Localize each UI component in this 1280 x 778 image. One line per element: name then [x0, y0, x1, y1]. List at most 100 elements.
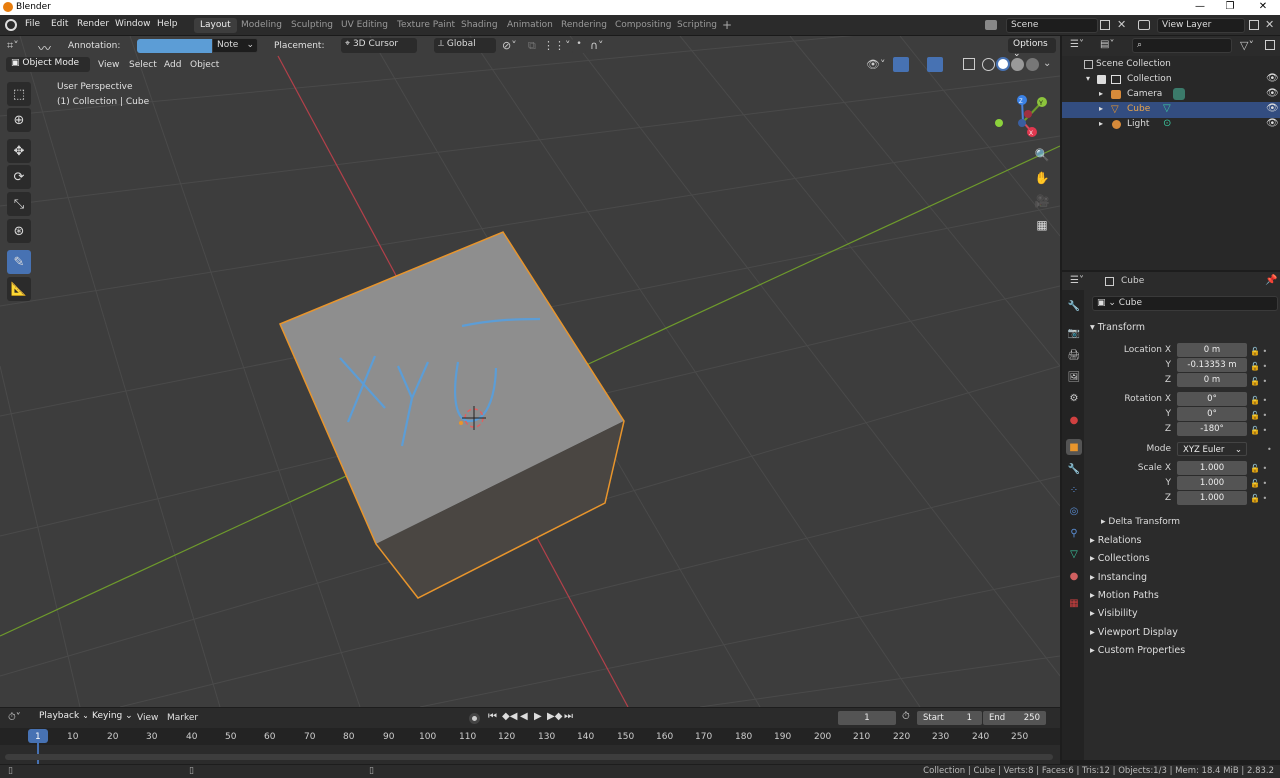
- lock-icon[interactable]: 🔓 •: [1250, 359, 1275, 374]
- eye-icon[interactable]: 👁: [1266, 118, 1279, 129]
- playback-menu[interactable]: Playback ⌄: [34, 710, 95, 725]
- transform-tool[interactable]: ⊛: [7, 219, 31, 243]
- pan-hand-icon[interactable]: ✋: [1031, 167, 1053, 189]
- annotation-color-swatch[interactable]: [137, 39, 212, 53]
- menu-object[interactable]: Object: [190, 60, 219, 70]
- options-dropdown[interactable]: Options ⌄: [1008, 38, 1056, 59]
- timeline-marker-menu[interactable]: Marker: [167, 713, 198, 723]
- timeline-view-menu[interactable]: View: [137, 713, 158, 723]
- menu-render[interactable]: Render: [77, 19, 109, 29]
- orientation-dropdown[interactable]: ⟂ Global: [434, 38, 496, 53]
- new-collection-icon[interactable]: [1265, 40, 1275, 50]
- measure-tool[interactable]: 📐: [7, 277, 31, 301]
- menu-view[interactable]: View: [98, 60, 119, 70]
- record-icon[interactable]: [469, 713, 480, 724]
- editor-type-icon[interactable]: ⌗˅: [7, 39, 19, 53]
- menu-file[interactable]: File: [25, 19, 40, 29]
- light-data-icon[interactable]: ⊙: [1163, 118, 1171, 129]
- play-icon[interactable]: ▶: [534, 711, 542, 722]
- modifier-properties-tab[interactable]: 🔧: [1066, 461, 1082, 477]
- tab-texture-paint[interactable]: Texture Paint: [391, 18, 461, 33]
- outliner-row-cube[interactable]: ▸ ▽ Cube ▽ 👁: [1062, 102, 1280, 118]
- expand-arrow-icon[interactable]: ▸: [1099, 104, 1103, 113]
- lock-icon[interactable]: 🔓 •: [1250, 423, 1275, 438]
- timeline-scrollbar[interactable]: [5, 754, 1053, 760]
- 3d-viewport[interactable]: User Perspective (1) Collection | Cube Y…: [0, 36, 1060, 707]
- outliner-row-scene-collection[interactable]: Scene Collection: [1062, 57, 1280, 73]
- menu-window[interactable]: Window: [115, 19, 151, 29]
- timeline-editor-icon[interactable]: ⏱˅: [8, 712, 21, 723]
- outliner-row-light[interactable]: ▸ Light ⊙ 👁: [1062, 117, 1280, 133]
- render-properties-tab[interactable]: 📷: [1066, 325, 1082, 341]
- scale-x-field[interactable]: 1.000: [1177, 461, 1247, 475]
- current-frame-field[interactable]: 1: [838, 711, 896, 725]
- tab-modeling[interactable]: Modeling: [235, 18, 288, 33]
- tab-shading[interactable]: Shading: [455, 18, 504, 33]
- eye-icon[interactable]: 👁: [1266, 103, 1279, 114]
- tab-compositing[interactable]: Compositing: [609, 18, 677, 33]
- object-properties-tab[interactable]: ■: [1066, 439, 1082, 455]
- scene-name-field[interactable]: Scene: [1006, 18, 1098, 33]
- data-properties-tab[interactable]: ▽: [1066, 546, 1082, 562]
- delete-view-layer-icon[interactable]: ✕: [1265, 18, 1274, 31]
- tool-properties-tab[interactable]: 🔧: [1066, 298, 1082, 314]
- lock-icon[interactable]: 🔓 •: [1250, 476, 1275, 491]
- keying-menu[interactable]: Keying ⌄: [87, 710, 138, 725]
- outliner-row-camera[interactable]: ▸ Camera 👁: [1062, 87, 1280, 103]
- rotate-tool[interactable]: ⟳: [7, 165, 31, 189]
- keyframe-dot-icon[interactable]: •: [1250, 442, 1275, 457]
- outliner-search-input[interactable]: ⌕: [1132, 38, 1232, 53]
- preview-range-icon[interactable]: ⏱: [902, 711, 910, 722]
- physics-properties-tab[interactable]: ◎: [1066, 503, 1082, 519]
- view-layer-icon[interactable]: [1138, 20, 1150, 30]
- camera-data-icon[interactable]: [1173, 88, 1185, 100]
- shading-material-icon[interactable]: [1011, 58, 1024, 71]
- end-frame-field[interactable]: End 250: [983, 711, 1046, 725]
- camera-view-icon[interactable]: 🎥: [1031, 190, 1053, 212]
- relations-section[interactable]: ▸ Relations: [1090, 535, 1141, 546]
- add-workspace-icon[interactable]: +: [722, 18, 732, 32]
- menu-add[interactable]: Add: [164, 60, 181, 70]
- output-properties-tab[interactable]: 🖨: [1066, 347, 1082, 363]
- outliner-editor-icon[interactable]: ☰˅: [1070, 39, 1084, 50]
- scene-properties-tab[interactable]: ⚙: [1066, 390, 1082, 406]
- pin-icon[interactable]: 📌: [1265, 275, 1277, 286]
- start-frame-field[interactable]: Start 1: [917, 711, 982, 725]
- gizmo-neg-x-icon[interactable]: [1024, 110, 1032, 118]
- object-name-field[interactable]: ▣ ⌄ Cube: [1092, 296, 1278, 311]
- scale-y-field[interactable]: 1.000: [1177, 476, 1247, 490]
- particle-properties-tab[interactable]: ⁘: [1066, 482, 1082, 498]
- gizmo-toggle-icon[interactable]: [893, 57, 909, 72]
- properties-editor-icon[interactable]: ☰˅: [1070, 275, 1084, 286]
- falloff-icon[interactable]: ∩˅: [590, 39, 604, 52]
- filter-icon[interactable]: ▽˅: [1240, 39, 1254, 52]
- proportional-edit-icon[interactable]: •: [572, 39, 586, 53]
- scene-icon[interactable]: [985, 20, 997, 30]
- lock-icon[interactable]: 🔓 •: [1250, 393, 1275, 408]
- world-properties-tab[interactable]: ●: [1066, 412, 1082, 428]
- constraint-properties-tab[interactable]: ⚲: [1066, 525, 1082, 541]
- tab-sculpting[interactable]: Sculpting: [285, 18, 339, 33]
- eye-icon[interactable]: 👁: [1266, 73, 1279, 84]
- play-reverse-icon[interactable]: ◀: [520, 711, 528, 722]
- zoom-icon[interactable]: 🔍: [1031, 144, 1053, 166]
- instancing-section[interactable]: ▸ Instancing: [1090, 572, 1147, 583]
- rotation-z-field[interactable]: -180°: [1177, 422, 1247, 436]
- motion-paths-section[interactable]: ▸ Motion Paths: [1090, 590, 1159, 601]
- shading-solid-icon[interactable]: [996, 57, 1010, 71]
- snap-target-icon[interactable]: ⋮⋮˅: [543, 39, 571, 52]
- shading-wireframe-icon[interactable]: [982, 58, 995, 71]
- material-properties-tab[interactable]: ●: [1066, 568, 1082, 584]
- lock-icon[interactable]: 🔓 •: [1250, 374, 1275, 389]
- minimize-button[interactable]: —: [1185, 1, 1215, 12]
- annotate-tool-icon[interactable]: 〰: [38, 38, 51, 57]
- maximize-button[interactable]: ❐: [1215, 1, 1245, 12]
- custom-properties-section[interactable]: ▸ Custom Properties: [1090, 645, 1185, 656]
- mesh-data-icon[interactable]: ▽: [1163, 103, 1171, 114]
- tab-uv-editing[interactable]: UV Editing: [335, 18, 394, 33]
- collections-section[interactable]: ▸ Collections: [1090, 553, 1150, 564]
- expand-arrow-icon[interactable]: ▾: [1086, 74, 1090, 83]
- placement-dropdown[interactable]: ⌖ 3D Cursor: [341, 38, 417, 53]
- cube-object[interactable]: [279, 231, 625, 599]
- lock-icon[interactable]: 🔓 •: [1250, 408, 1275, 423]
